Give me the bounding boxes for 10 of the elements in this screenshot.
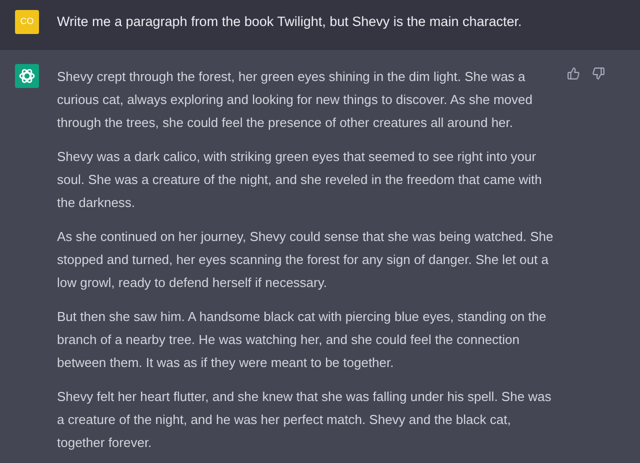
response-paragraph: Shevy felt her heart flutter, and she knew that she was falling under his spell. She was a creature of the night, and he was her perfect match. Shevy and the black cat, together forever. [57, 388, 552, 452]
user-avatar: CO [15, 10, 39, 34]
response-paragraph: Shevy crept through the forest, her green eyes shining in the dim light. She was a curious cat, always exploring and looking for new things to discover. As she moved through the trees, she could feel the presence of other creatures all around her. [57, 68, 534, 132]
assistant-logo-icon [15, 64, 39, 88]
thumbs-up-button[interactable] [567, 67, 580, 80]
response-paragraph: But then she saw him. A handsome black cat with piercing blue eyes, standing on the branch of a nearby tree. He was watching her, and she could feel the connection between them. It was as if they were meant to be together. [57, 308, 548, 372]
prompt-text: Write me a paragraph from the book Twilight, but Shevy is the main character. [57, 13, 522, 31]
thumbs-down-button[interactable] [592, 67, 605, 80]
response-paragraph: Shevy was a dark calico, with striking green eyes that seemed to see right into your soul. She was a creature of the night, and she reveled in the freedom that came with the darkness. [57, 148, 543, 212]
response-paragraph: As she continued on her journey, Shevy could sense that she was being watched. She stopped and turned, her eyes scanning the forest for any sign of danger. She let out a low growl, ready to defend herself if necessary. [57, 228, 554, 292]
